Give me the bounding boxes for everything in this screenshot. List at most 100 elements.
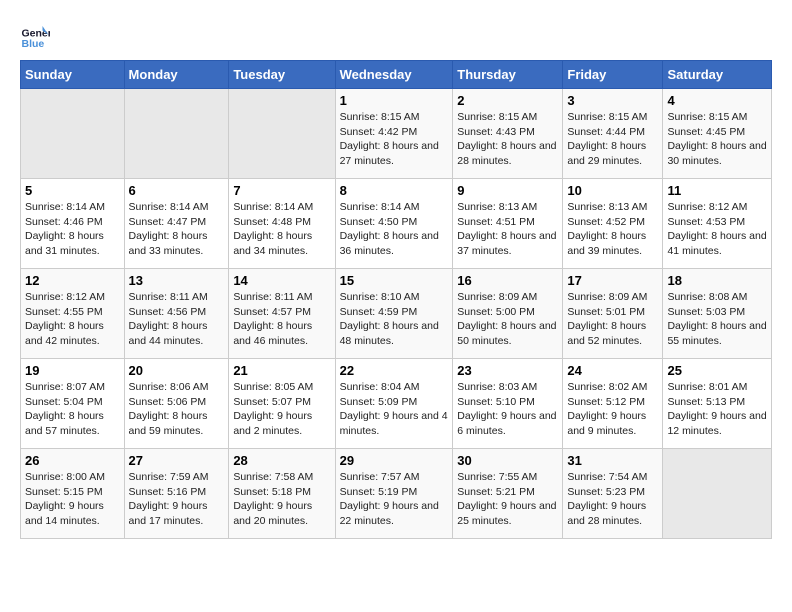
day-info: Sunrise: 8:12 AM Sunset: 4:53 PM Dayligh… bbox=[667, 200, 767, 259]
day-number: 20 bbox=[129, 363, 225, 378]
calendar-cell: 2 Sunrise: 8:15 AM Sunset: 4:43 PM Daylig… bbox=[453, 89, 563, 179]
day-number: 21 bbox=[233, 363, 330, 378]
day-header-saturday: Saturday bbox=[663, 61, 772, 89]
day-header-sunday: Sunday bbox=[21, 61, 125, 89]
day-number: 31 bbox=[567, 453, 658, 468]
calendar-cell: 27Sunrise: 7:59 AM Sunset: 5:16 PM Dayli… bbox=[124, 449, 229, 539]
day-info: Sunrise: 8:03 AM Sunset: 5:10 PM Dayligh… bbox=[457, 380, 558, 439]
day-number: 19 bbox=[25, 363, 120, 378]
day-number: 2 bbox=[457, 93, 558, 108]
day-number: 10 bbox=[567, 183, 658, 198]
week-row-2: 5 Sunrise: 8:14 AM Sunset: 4:46 PM Daylig… bbox=[21, 179, 772, 269]
week-row-5: 26 Sunrise: 8:00 AM Sunset: 5:15 PM Dayli… bbox=[21, 449, 772, 539]
day-info: Sunrise: 8:14 AM Sunset: 4:50 PM Dayligh… bbox=[340, 200, 449, 259]
day-info: Sunrise: 8:09 AM Sunset: 5:00 PM Dayligh… bbox=[457, 290, 558, 349]
day-info: Sunrise: 8:11 AM Sunset: 4:56 PM Dayligh… bbox=[129, 290, 225, 349]
day-info: Sunrise: 8:14 AM Sunset: 4:48 PM Dayligh… bbox=[233, 200, 330, 259]
day-info: Sunrise: 7:55 AM Sunset: 5:21 PM Dayligh… bbox=[457, 470, 558, 529]
day-info: Sunrise: 8:11 AM Sunset: 4:57 PM Dayligh… bbox=[233, 290, 330, 349]
calendar-cell: 31 Sunrise: 7:54 AM Sunset: 5:23 PM Dayli… bbox=[563, 449, 663, 539]
day-number: 11 bbox=[667, 183, 767, 198]
calendar-cell: 10 Sunrise: 8:13 AM Sunset: 4:52 PM Dayli… bbox=[563, 179, 663, 269]
day-info: Sunrise: 8:06 AM Sunset: 5:06 PM Dayligh… bbox=[129, 380, 225, 439]
day-info: Sunrise: 8:07 AM Sunset: 5:04 PM Dayligh… bbox=[25, 380, 120, 439]
day-info: Sunrise: 8:09 AM Sunset: 5:01 PM Dayligh… bbox=[567, 290, 658, 349]
day-number: 26 bbox=[25, 453, 120, 468]
calendar-cell: 11 Sunrise: 8:12 AM Sunset: 4:53 PM Dayli… bbox=[663, 179, 772, 269]
day-info: Sunrise: 8:15 AM Sunset: 4:43 PM Dayligh… bbox=[457, 110, 558, 169]
day-number: 6 bbox=[129, 183, 225, 198]
day-number: 24 bbox=[567, 363, 658, 378]
day-info: Sunrise: 8:13 AM Sunset: 4:52 PM Dayligh… bbox=[567, 200, 658, 259]
calendar-cell: 15 Sunrise: 8:10 AM Sunset: 4:59 PM Dayli… bbox=[335, 269, 453, 359]
day-number: 23 bbox=[457, 363, 558, 378]
calendar-cell: 4 Sunrise: 8:15 AM Sunset: 4:45 PM Daylig… bbox=[663, 89, 772, 179]
calendar-cell: 26 Sunrise: 8:00 AM Sunset: 5:15 PM Dayli… bbox=[21, 449, 125, 539]
day-number: 30 bbox=[457, 453, 558, 468]
day-info: Sunrise: 8:04 AM Sunset: 5:09 PM Dayligh… bbox=[340, 380, 449, 439]
calendar-cell: 30 Sunrise: 7:55 AM Sunset: 5:21 PM Dayli… bbox=[453, 449, 563, 539]
calendar-table: SundayMondayTuesdayWednesdayThursdayFrid… bbox=[20, 60, 772, 539]
day-number: 4 bbox=[667, 93, 767, 108]
logo: General Blue bbox=[20, 20, 50, 50]
day-header-monday: Monday bbox=[124, 61, 229, 89]
day-header-thursday: Thursday bbox=[453, 61, 563, 89]
calendar-cell: 9 Sunrise: 8:13 AM Sunset: 4:51 PM Daylig… bbox=[453, 179, 563, 269]
day-number: 22 bbox=[340, 363, 449, 378]
day-info: Sunrise: 8:08 AM Sunset: 5:03 PM Dayligh… bbox=[667, 290, 767, 349]
day-info: Sunrise: 8:14 AM Sunset: 4:46 PM Dayligh… bbox=[25, 200, 120, 259]
day-info: Sunrise: 7:57 AM Sunset: 5:19 PM Dayligh… bbox=[340, 470, 449, 529]
day-info: Sunrise: 8:05 AM Sunset: 5:07 PM Dayligh… bbox=[233, 380, 330, 439]
day-info: Sunrise: 8:15 AM Sunset: 4:44 PM Dayligh… bbox=[567, 110, 658, 169]
day-number: 5 bbox=[25, 183, 120, 198]
calendar-cell: 20 Sunrise: 8:06 AM Sunset: 5:06 PM Dayli… bbox=[124, 359, 229, 449]
logo-icon: General Blue bbox=[20, 20, 50, 50]
day-number: 18 bbox=[667, 273, 767, 288]
calendar-cell bbox=[663, 449, 772, 539]
calendar-cell: 28 Sunrise: 7:58 AM Sunset: 5:18 PM Dayli… bbox=[229, 449, 335, 539]
calendar-cell bbox=[124, 89, 229, 179]
header-row: SundayMondayTuesdayWednesdayThursdayFrid… bbox=[21, 61, 772, 89]
day-info: Sunrise: 8:02 AM Sunset: 5:12 PM Dayligh… bbox=[567, 380, 658, 439]
day-info: Sunrise: 8:15 AM Sunset: 4:45 PM Dayligh… bbox=[667, 110, 767, 169]
day-info: Sunrise: 7:54 AM Sunset: 5:23 PM Dayligh… bbox=[567, 470, 658, 529]
day-header-friday: Friday bbox=[563, 61, 663, 89]
calendar-cell: 1Sunrise: 8:15 AM Sunset: 4:42 PM Daylig… bbox=[335, 89, 453, 179]
svg-text:Blue: Blue bbox=[22, 38, 45, 50]
day-number: 29 bbox=[340, 453, 449, 468]
calendar-cell: 12Sunrise: 8:12 AM Sunset: 4:55 PM Dayli… bbox=[21, 269, 125, 359]
day-number: 15 bbox=[340, 273, 449, 288]
calendar-cell: 25 Sunrise: 8:01 AM Sunset: 5:13 PM Dayli… bbox=[663, 359, 772, 449]
calendar-cell: 13 Sunrise: 8:11 AM Sunset: 4:56 PM Dayli… bbox=[124, 269, 229, 359]
calendar-cell: 8 Sunrise: 8:14 AM Sunset: 4:50 PM Daylig… bbox=[335, 179, 453, 269]
day-info: Sunrise: 8:14 AM Sunset: 4:47 PM Dayligh… bbox=[129, 200, 225, 259]
day-number: 25 bbox=[667, 363, 767, 378]
day-info: Sunrise: 8:15 AM Sunset: 4:42 PM Dayligh… bbox=[340, 110, 449, 169]
day-number: 8 bbox=[340, 183, 449, 198]
day-header-wednesday: Wednesday bbox=[335, 61, 453, 89]
day-number: 28 bbox=[233, 453, 330, 468]
calendar-cell: 7Sunrise: 8:14 AM Sunset: 4:48 PM Daylig… bbox=[229, 179, 335, 269]
day-info: Sunrise: 8:10 AM Sunset: 4:59 PM Dayligh… bbox=[340, 290, 449, 349]
calendar-cell: 18 Sunrise: 8:08 AM Sunset: 5:03 PM Dayli… bbox=[663, 269, 772, 359]
day-info: Sunrise: 8:00 AM Sunset: 5:15 PM Dayligh… bbox=[25, 470, 120, 529]
day-info: Sunrise: 7:59 AM Sunset: 5:16 PM Dayligh… bbox=[129, 470, 225, 529]
calendar-cell: 19 Sunrise: 8:07 AM Sunset: 5:04 PM Dayli… bbox=[21, 359, 125, 449]
calendar-cell: 21 Sunrise: 8:05 AM Sunset: 5:07 PM Dayli… bbox=[229, 359, 335, 449]
day-number: 12 bbox=[25, 273, 120, 288]
day-number: 16 bbox=[457, 273, 558, 288]
calendar-cell: 6 Sunrise: 8:14 AM Sunset: 4:47 PM Daylig… bbox=[124, 179, 229, 269]
day-number: 9 bbox=[457, 183, 558, 198]
calendar-cell: 3Sunrise: 8:15 AM Sunset: 4:44 PM Daylig… bbox=[563, 89, 663, 179]
day-info: Sunrise: 8:01 AM Sunset: 5:13 PM Dayligh… bbox=[667, 380, 767, 439]
week-row-3: 12Sunrise: 8:12 AM Sunset: 4:55 PM Dayli… bbox=[21, 269, 772, 359]
calendar-cell: 16 Sunrise: 8:09 AM Sunset: 5:00 PM Dayli… bbox=[453, 269, 563, 359]
day-info: Sunrise: 7:58 AM Sunset: 5:18 PM Dayligh… bbox=[233, 470, 330, 529]
day-info: Sunrise: 8:13 AM Sunset: 4:51 PM Dayligh… bbox=[457, 200, 558, 259]
day-number: 17 bbox=[567, 273, 658, 288]
page-header: General Blue bbox=[20, 20, 772, 50]
week-row-1: 1Sunrise: 8:15 AM Sunset: 4:42 PM Daylig… bbox=[21, 89, 772, 179]
day-number: 14 bbox=[233, 273, 330, 288]
calendar-cell bbox=[229, 89, 335, 179]
day-number: 13 bbox=[129, 273, 225, 288]
